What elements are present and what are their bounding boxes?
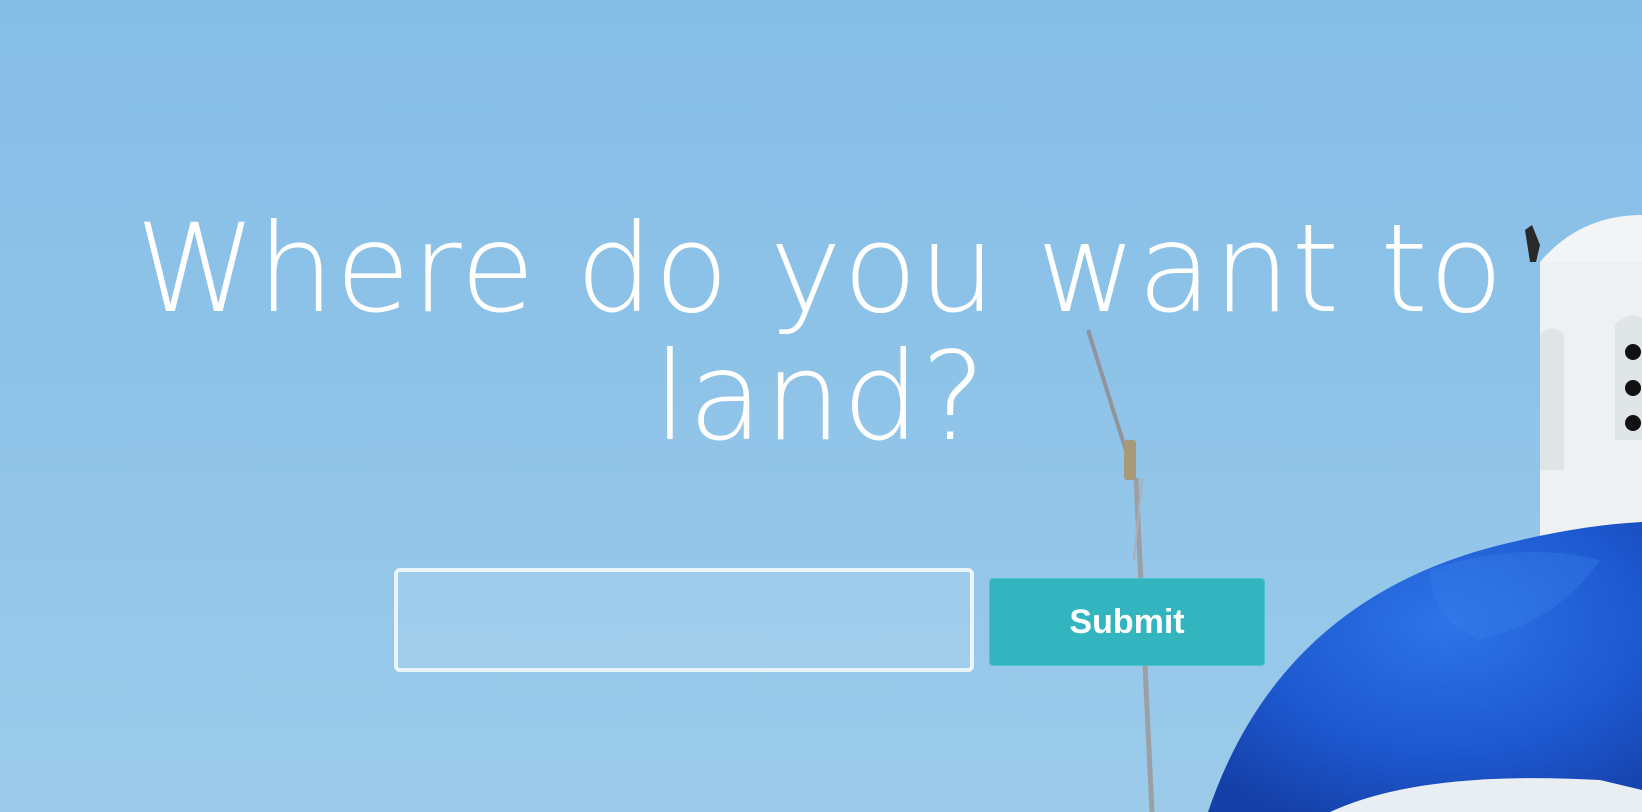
page-title: Where do you want to land?	[135, 198, 1505, 468]
submit-button[interactable]: Submit	[989, 578, 1265, 666]
destination-search-form: Submit	[394, 568, 1274, 673]
hero-section: Where do you want to land? Submit	[0, 0, 1642, 812]
destination-input[interactable]	[394, 568, 974, 672]
